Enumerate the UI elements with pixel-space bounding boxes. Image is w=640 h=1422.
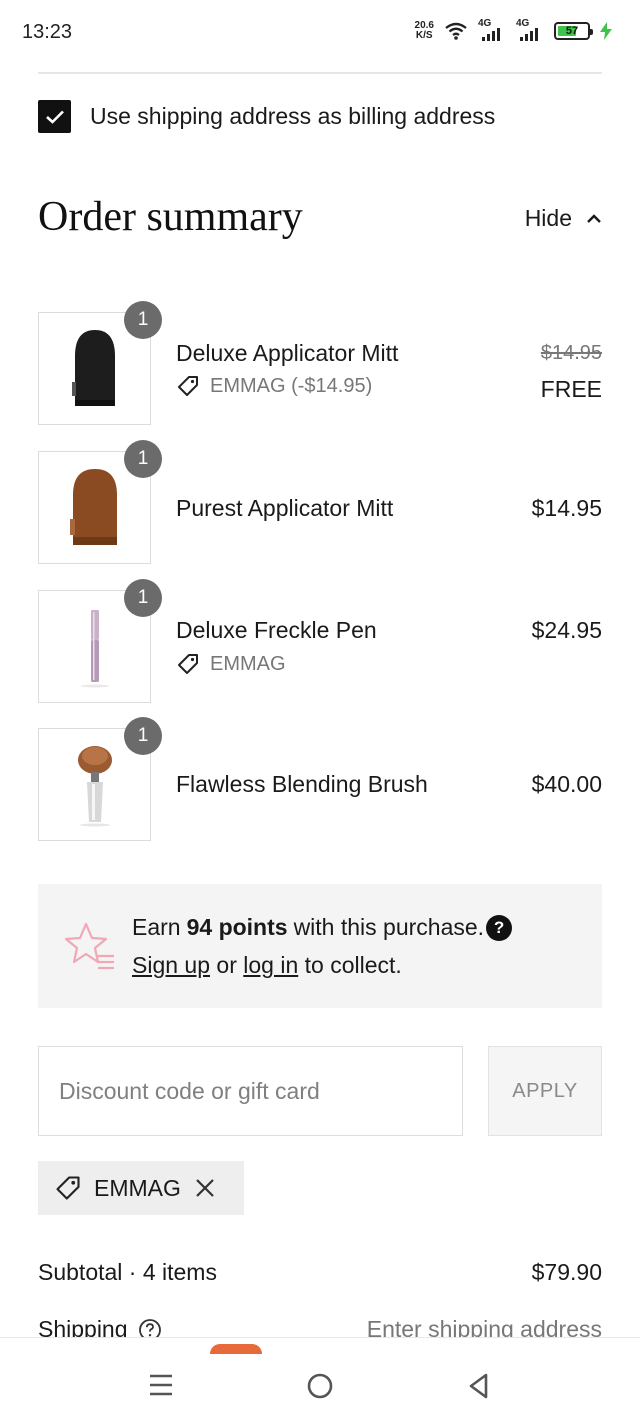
quantity-badge: 1 (124, 717, 162, 755)
item-discount: EMMAG (-$14.95) (176, 374, 372, 398)
system-nav-bar (0, 1337, 640, 1422)
item-name: Purest Applicator Mitt (176, 495, 394, 521)
item-discount: EMMAG (176, 652, 286, 676)
item-price: $40.00 (531, 771, 602, 797)
check-icon (45, 110, 64, 124)
rewards-collect-text: Sign up or log in to collect. (132, 952, 402, 978)
rewards-points: 94 points (186, 914, 288, 940)
discount-code-input[interactable] (38, 1046, 463, 1136)
status-time: 13:23 (22, 21, 73, 43)
line-item: 1 Deluxe Freckle Pen EMMAG $24.95 (38, 579, 602, 704)
rewards-help-icon[interactable]: ? (486, 914, 513, 941)
hide-label[interactable]: Hide (525, 205, 572, 232)
battery-icon: 57 (554, 22, 593, 40)
log-in-link[interactable]: log in (243, 952, 298, 978)
line-item: 1 Flawless Blending Brush $40.00 (38, 717, 602, 842)
item-name: Deluxe Applicator Mitt (176, 340, 399, 366)
home-icon[interactable] (306, 1372, 334, 1400)
subtotal-label: Subtotal · 4 items (38, 1259, 217, 1285)
hide-summary-toggle[interactable]: Hide (525, 205, 602, 232)
menu-icon[interactable] (148, 1372, 174, 1398)
line-item: 1 Deluxe Applicator Mitt EMMAG (-$14.95)… (38, 301, 602, 426)
item-price: $14.95 (531, 495, 602, 521)
applied-discount-code: EMMAG (94, 1174, 181, 1201)
apply-discount-button[interactable]: APPLY (488, 1046, 602, 1136)
brown-mitt-image (69, 468, 117, 545)
charging-icon (600, 22, 612, 40)
billing-checkbox[interactable] (38, 100, 71, 133)
tag-icon (178, 376, 198, 396)
status-icons: 20.6 K/S 4G 4G 57 (414, 18, 612, 42)
tag-icon (178, 654, 198, 674)
rewards-earn-text: Earn 94 points with this purchase. ? (132, 914, 513, 941)
billing-label[interactable]: Use shipping address as billing address (90, 103, 495, 130)
order-summary-title: Order summary (38, 194, 303, 240)
brush-image (77, 745, 112, 826)
network-speed: 20.6 K/S (414, 20, 434, 41)
black-mitt-image (71, 329, 115, 406)
floating-widget-peek (210, 1344, 262, 1354)
status-bar: 13:23 20.6 K/S 4G 4G 57 (0, 0, 640, 66)
billing-same-as-shipping[interactable]: Use shipping address as billing address (38, 100, 495, 133)
divider (38, 72, 602, 74)
line-item: 1 Purest Applicator Mitt $14.95 (38, 440, 602, 565)
item-price: $24.95 (531, 617, 602, 643)
applied-discount-tag: EMMAG (38, 1161, 244, 1215)
back-icon[interactable] (466, 1372, 492, 1400)
item-price: FREE (540, 376, 602, 402)
quantity-badge: 1 (124, 440, 162, 478)
quantity-badge: 1 (124, 301, 162, 339)
item-name: Flawless Blending Brush (176, 771, 428, 797)
quantity-badge: 1 (124, 579, 162, 617)
subtotal-value: $79.90 (531, 1259, 602, 1285)
sign-up-link[interactable]: Sign up (132, 952, 210, 978)
wifi-icon (445, 22, 467, 40)
close-icon[interactable] (195, 1178, 215, 1198)
star-icon (64, 922, 114, 970)
pen-image (80, 609, 109, 687)
tag-icon (56, 1176, 80, 1200)
rewards-banner: Earn 94 points with this purchase. ? Sig… (38, 884, 602, 1008)
signal-icon: 4G (478, 18, 506, 42)
item-original-price: $14.95 (540, 342, 602, 364)
item-name: Deluxe Freckle Pen (176, 617, 377, 643)
signal-icon: 4G (516, 18, 544, 42)
chevron-up-icon (587, 213, 601, 223)
